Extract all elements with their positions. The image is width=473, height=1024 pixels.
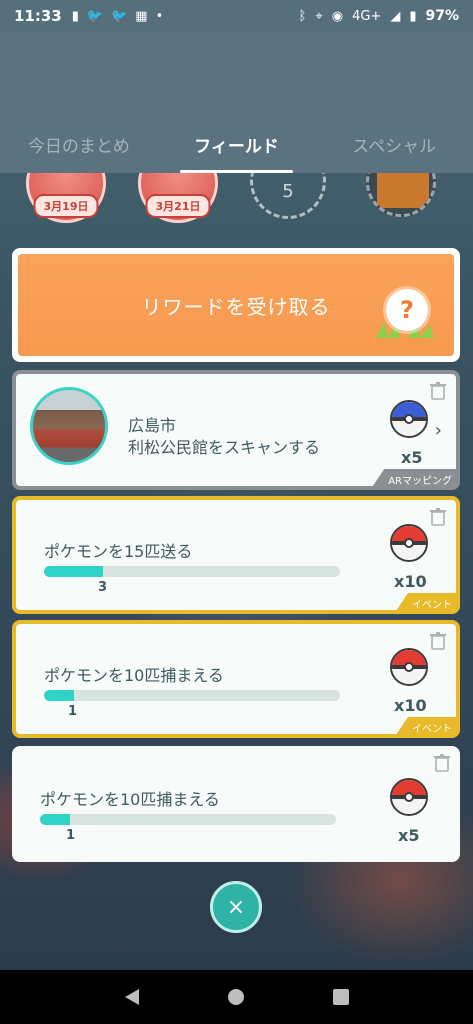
task-card-catch-pokemon-event[interactable]: ポケモンを10匹捕まえる 1 x10 イベント bbox=[12, 620, 460, 738]
status-right: ᛒ ⌖ ◉ 4G+ ◢ ▮ 97% bbox=[299, 8, 459, 24]
task-title: ポケモンを15匹送る bbox=[44, 542, 193, 561]
task-progress-fill bbox=[44, 690, 74, 701]
battery-percent: 97% bbox=[425, 8, 459, 24]
reward-quantity: x5 bbox=[398, 826, 420, 845]
task-progress-fill bbox=[40, 814, 70, 825]
tab-bar: 今日のまとめ フィールド スペシャル bbox=[0, 120, 473, 173]
signal-icon: ◢ bbox=[390, 8, 401, 24]
stamp-empty-slot: 5 bbox=[250, 173, 326, 219]
claim-reward-label: リワードを受け取る bbox=[141, 294, 331, 319]
task-progress-count: 1 bbox=[68, 704, 78, 719]
twitter-icon-2: 🐦 bbox=[111, 8, 128, 24]
tab-special[interactable]: スペシャル bbox=[315, 120, 473, 173]
tab-today-summary[interactable]: 今日のまとめ bbox=[0, 120, 158, 173]
ar-mapping-tag: ARマッピング bbox=[370, 469, 456, 486]
task-card-ar-scan[interactable]: 広島市 利松公民館をスキャンする x5 › ARマッピング bbox=[12, 370, 460, 490]
location-icon: ⌖ bbox=[315, 8, 323, 24]
trash-icon[interactable] bbox=[430, 382, 446, 400]
home-icon[interactable] bbox=[227, 989, 244, 1005]
stamp-date: 3月21日 bbox=[145, 194, 211, 218]
claim-reward-button[interactable]: リワードを受け取る ? bbox=[12, 248, 460, 362]
claim-reward-inner: リワードを受け取る ? bbox=[18, 254, 454, 356]
poke-ball-icon bbox=[390, 524, 428, 562]
system-nav-bar bbox=[0, 970, 473, 1024]
notification-icons: ▮ 🐦 🐦 ▦ • bbox=[72, 9, 164, 24]
calendar-icon: ▦ bbox=[135, 8, 148, 24]
task-progress-bar bbox=[44, 566, 340, 577]
task-progress-bar bbox=[40, 814, 336, 825]
poke-ball-icon bbox=[390, 648, 428, 686]
stamp-day-2: 3月21日 bbox=[138, 173, 218, 223]
trash-icon[interactable] bbox=[434, 754, 450, 772]
recent-apps-icon[interactable] bbox=[332, 989, 349, 1005]
task-card-catch-pokemon[interactable]: ポケモンを10匹捕まえる 1 x5 bbox=[12, 746, 460, 862]
battery-icon: ▮ bbox=[409, 8, 417, 24]
stamp-date: 3月19日 bbox=[33, 194, 99, 218]
great-ball-icon bbox=[390, 400, 428, 438]
task-progress-bar bbox=[44, 690, 340, 701]
task-progress-count: 3 bbox=[98, 580, 108, 595]
task-title: ポケモンを10匹捕まえる bbox=[44, 666, 224, 685]
task-title: ポケモンを10匹捕まえる bbox=[40, 790, 220, 809]
close-button[interactable]: × bbox=[210, 881, 262, 933]
stamp-day-1: 3月19日 bbox=[26, 173, 106, 223]
task-title-line1: 広島市 bbox=[128, 416, 177, 435]
status-bar: 11:33 ▮ 🐦 🐦 ▦ • ᛒ ⌖ ◉ 4G+ ◢ ▮ 97% bbox=[0, 0, 473, 32]
pokestop-photo bbox=[30, 387, 108, 465]
question-mark-icon: ? bbox=[386, 289, 428, 331]
more-dot-icon: • bbox=[155, 8, 164, 24]
twitter-icon: 🐦 bbox=[86, 8, 104, 24]
poke-ball-icon bbox=[390, 778, 428, 816]
battery-saver-icon: ▮ bbox=[71, 8, 79, 24]
back-icon[interactable] bbox=[124, 989, 139, 1005]
event-tag: イベント bbox=[394, 717, 456, 734]
chevron-right-icon[interactable]: › bbox=[435, 420, 442, 441]
hotspot-icon: ◉ bbox=[331, 8, 344, 24]
status-time: 11:33 bbox=[14, 7, 62, 25]
bluetooth-icon: ᛒ bbox=[298, 8, 307, 24]
task-card-send-pokemon[interactable]: ポケモンを15匹送る 3 x10 イベント bbox=[12, 496, 460, 614]
network-type: 4G+ bbox=[352, 8, 382, 24]
task-title-line2: 利松公民館をスキャンする bbox=[128, 438, 321, 457]
task-progress-count: 1 bbox=[66, 828, 76, 843]
event-tag: イベント bbox=[394, 593, 456, 610]
breakthrough-box[interactable] bbox=[366, 173, 436, 217]
stamp-count: 5 bbox=[282, 181, 294, 202]
task-progress-fill bbox=[44, 566, 104, 577]
reward-quantity: x10 bbox=[394, 696, 427, 715]
tab-field[interactable]: フィールド bbox=[158, 120, 316, 173]
trash-icon[interactable] bbox=[430, 508, 446, 526]
crate-icon bbox=[377, 173, 429, 208]
close-icon: × bbox=[226, 894, 246, 920]
reward-quantity: x5 bbox=[401, 448, 423, 467]
stamp-strip: 3月19日 3月21日 5 bbox=[0, 173, 473, 225]
reward-quantity: x10 bbox=[394, 572, 427, 591]
trash-icon[interactable] bbox=[430, 632, 446, 650]
